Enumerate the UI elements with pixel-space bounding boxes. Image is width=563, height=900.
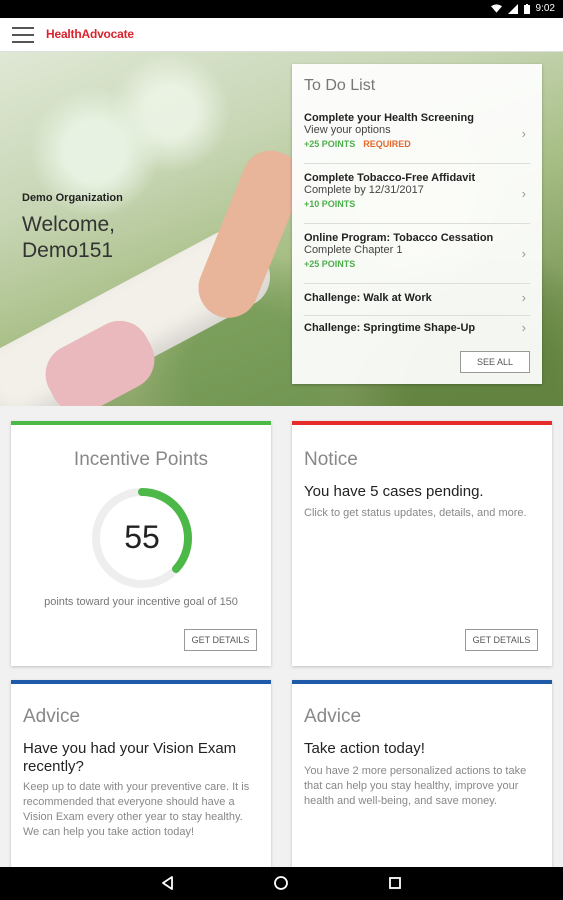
status-bar: 9:02 [0,0,563,18]
todo-item-health-screening[interactable]: Complete your Health Screening View your… [304,112,530,164]
incentive-title: Incentive Points [73,449,209,470]
organization-name: Demo Organization [22,192,123,204]
todo-item-springtime-shape-up[interactable]: Challenge: Springtime Shape-Up › [304,320,530,346]
todo-item-title: Challenge: Walk at Work [304,292,432,304]
see-all-button[interactable]: SEE ALL [460,351,530,373]
todo-item-subtitle: Complete Chapter 1 [304,244,403,256]
notice-card[interactable]: Notice You have 5 cases pending. Click t… [292,421,552,666]
status-icons: 9:02 [490,3,555,14]
incentive-caption: points toward your incentive goal of 150 [44,596,238,608]
todo-item-subtitle: View your options [304,124,391,136]
notice-accent-bar [292,421,552,425]
required-badge: REQUIRED [363,139,411,149]
app-bar: HealthAdvocate [0,18,563,52]
menu-icon[interactable] [12,27,34,43]
incentive-accent-bar [11,421,271,425]
notice-get-details-button[interactable]: GET DETAILS [465,629,538,651]
todo-item-tobacco-affidavit[interactable]: Complete Tobacco-Free Affidavit Complete… [304,172,530,224]
incentive-get-details-button[interactable]: GET DETAILS [184,629,257,651]
hero-banner: Demo Organization Welcome, Demo151 To Do… [0,52,563,406]
welcome-label: Welcome, [22,213,115,236]
notice-title: Notice [304,449,358,470]
advice-headline: Take action today! [304,740,425,757]
incentive-points-value: 55 [124,519,160,555]
recents-icon[interactable] [387,875,403,891]
chevron-right-icon: › [521,290,526,305]
advice-title: Advice [23,706,81,727]
chevron-right-icon: › [521,186,526,201]
todo-item-subtitle: Complete by 12/31/2017 [304,184,424,196]
todo-item-tobacco-cessation[interactable]: Online Program: Tobacco Cessation Comple… [304,232,530,284]
advice-accent-bar [292,680,552,684]
todo-item-points: +25 POINTS REQUIRED [304,139,411,149]
advice-accent-bar [11,680,271,684]
incentive-progress-ring: 55 [89,485,195,591]
todo-item-title: Challenge: Springtime Shape-Up [304,322,476,334]
logo: HealthAdvocate [46,27,134,41]
todo-list-title: To Do List [304,77,376,94]
wifi-icon [490,3,502,13]
advice-vision-exam-card[interactable]: Advice Have you had your Vision Exam rec… [11,680,271,870]
chevron-right-icon: › [521,320,526,335]
todo-item-points: +25 POINTS [304,259,356,269]
advice-title: Advice [304,706,362,727]
notice-headline: You have 5 cases pending. [304,483,484,500]
advice-body: Keep up to date with your preventive car… [23,781,250,838]
chevron-right-icon: › [521,246,526,261]
welcome-text: Welcome, Demo151 [22,212,115,264]
advice-headline: Have you had your Vision Exam recently? [23,740,237,775]
todo-list-panel: To Do List Complete your Health Screenin… [292,64,542,384]
advice-take-action-card[interactable]: Advice Take action today! You have 2 mor… [292,680,552,870]
back-icon[interactable] [160,875,176,891]
status-time: 9:02 [535,3,555,14]
battery-icon [523,3,530,14]
advice-body: You have 2 more personalized actions to … [304,765,527,807]
chevron-right-icon: › [521,126,526,141]
user-name: Demo151 [22,239,114,262]
todo-item-walk-at-work[interactable]: Challenge: Walk at Work › [304,290,530,316]
todo-item-title: Complete Tobacco-Free Affidavit [304,172,476,184]
todo-item-title: Complete your Health Screening [304,112,474,124]
signal-icon [507,3,518,14]
notice-body: Click to get status updates, details, an… [304,507,527,519]
incentive-points-card: Incentive Points 55 points toward your i… [11,421,271,666]
todo-item-title: Online Program: Tobacco Cessation [304,232,494,244]
navigation-bar [0,867,563,900]
home-icon[interactable] [273,875,289,891]
todo-item-points: +10 POINTS [304,199,356,209]
